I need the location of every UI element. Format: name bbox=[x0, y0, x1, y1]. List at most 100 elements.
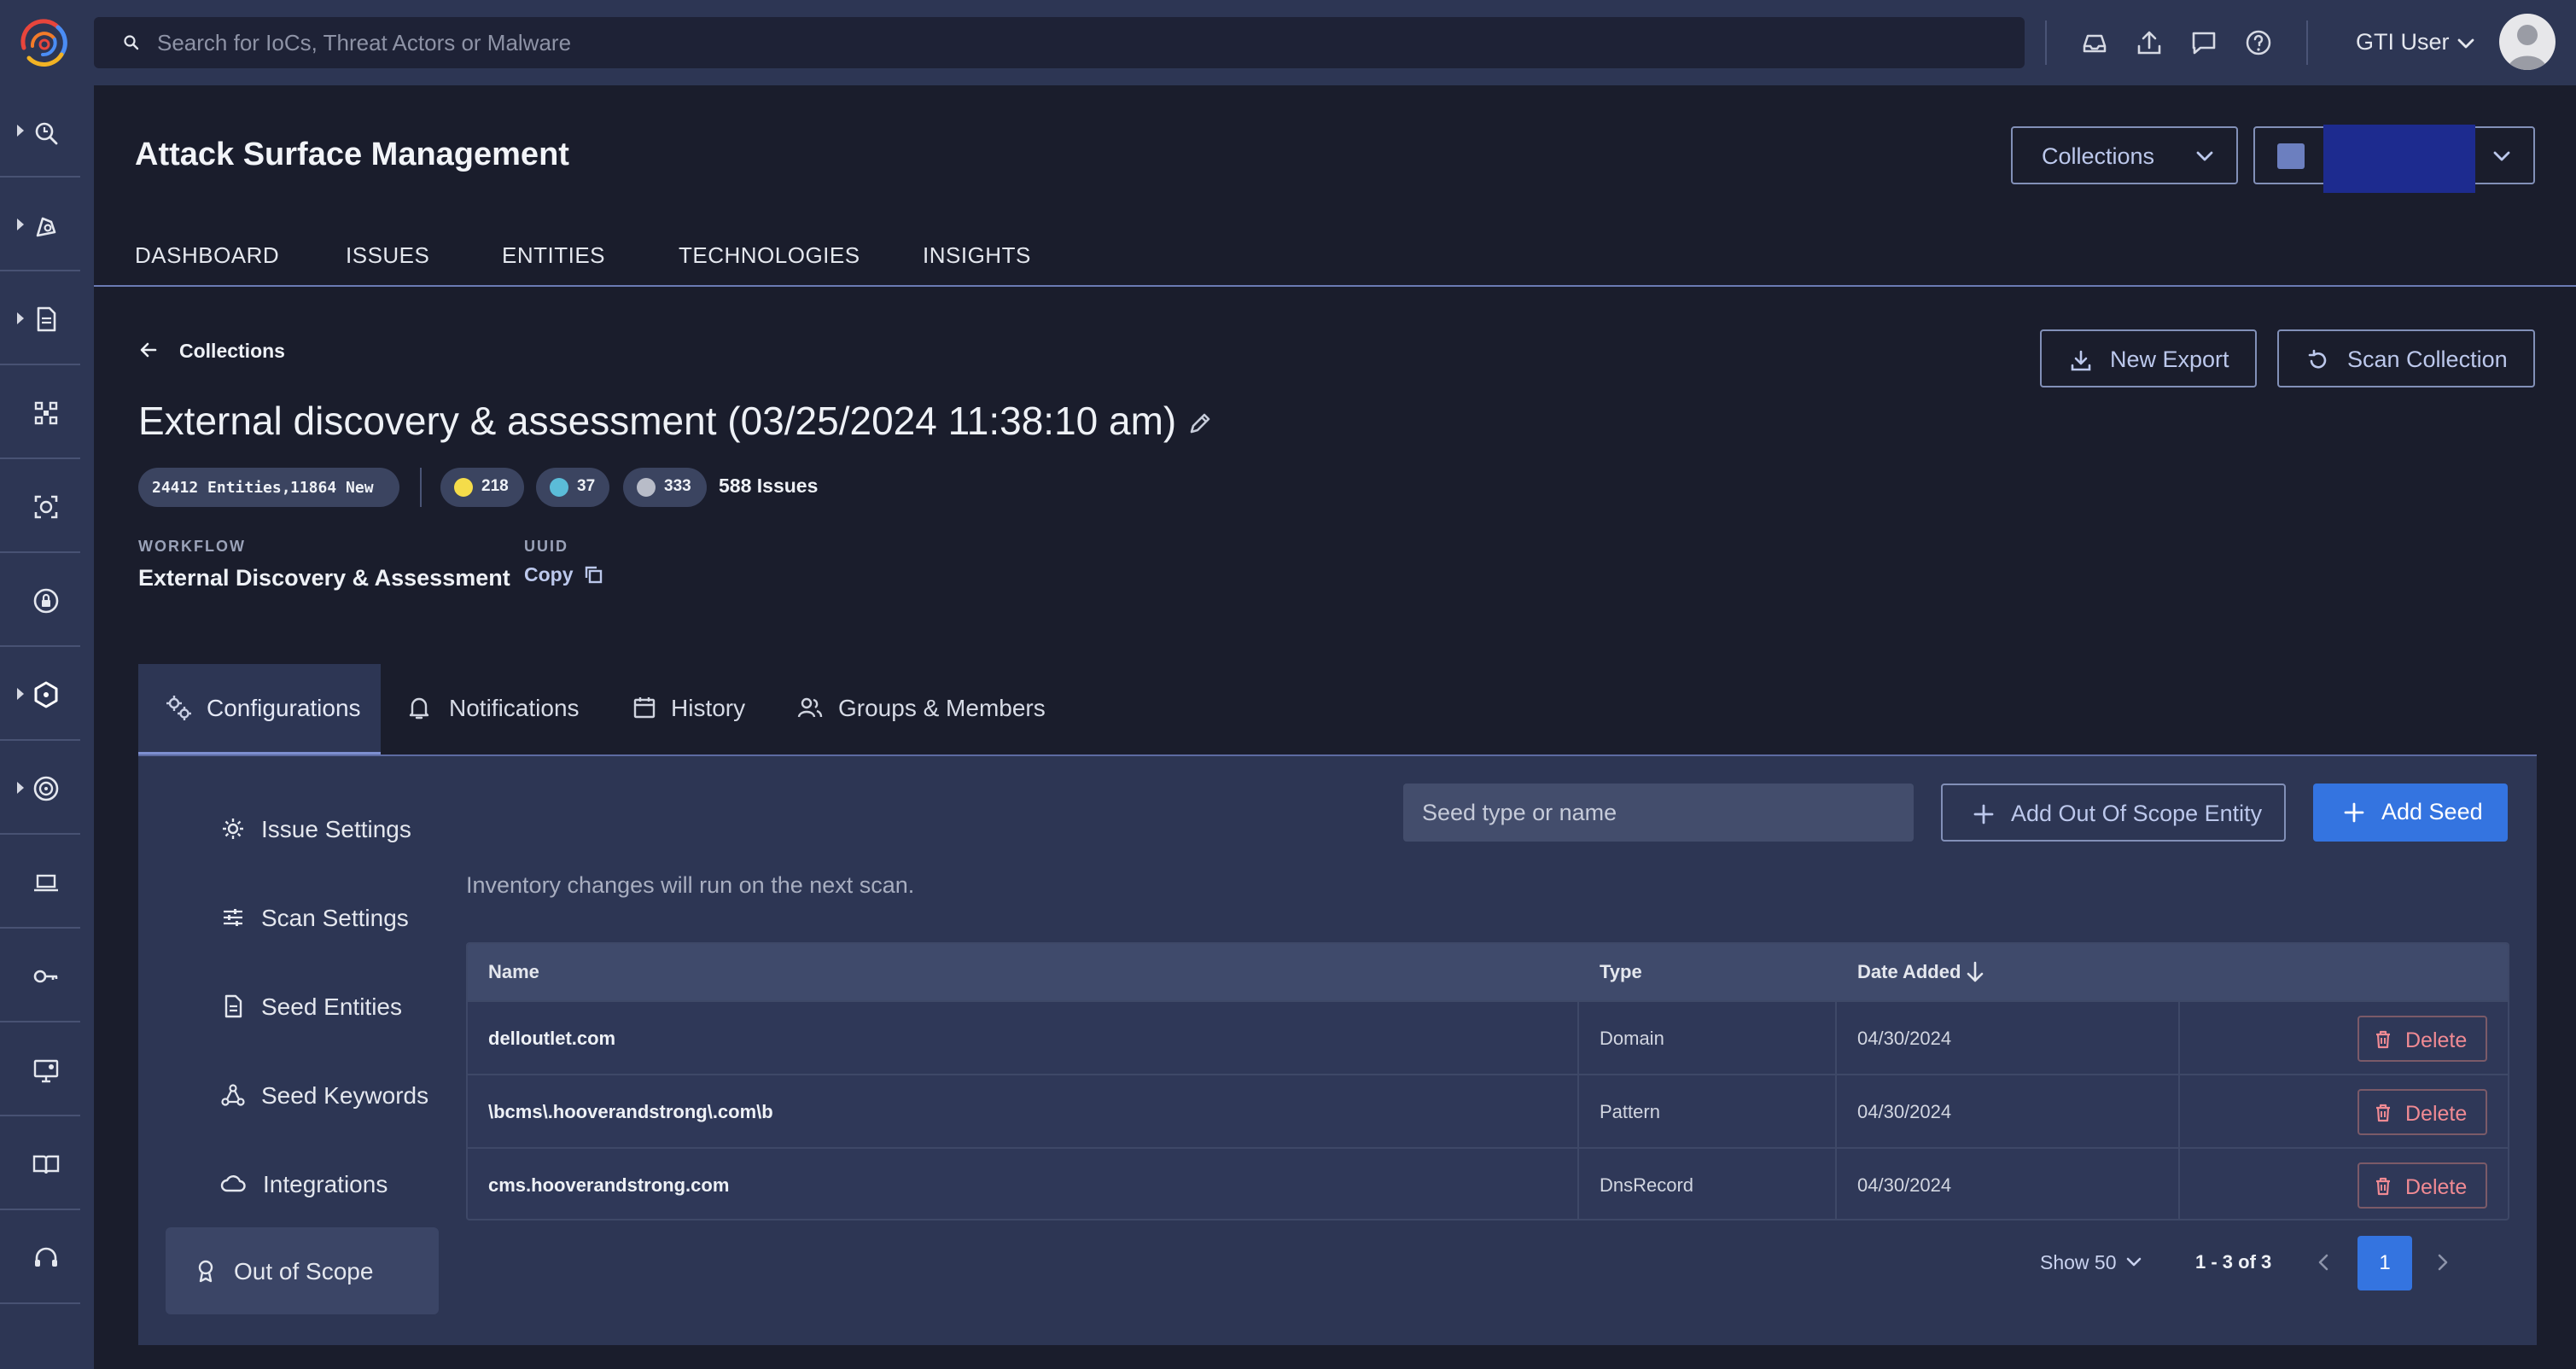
chevron-down-icon bbox=[2493, 151, 2510, 161]
chevron-down-icon[interactable] bbox=[2124, 1251, 2144, 1272]
collections-dropdown-label: Collections bbox=[2042, 143, 2155, 169]
breadcrumb-collections-link[interactable]: Collections bbox=[179, 340, 285, 363]
config-menu-seed-entities[interactable]: Seed Entities bbox=[166, 963, 439, 1050]
config-menu-scan-settings[interactable]: Scan Settings bbox=[166, 874, 439, 961]
config-menu-out-of-scope[interactable]: Out of Scope bbox=[166, 1227, 439, 1314]
sidebar-item-asm[interactable] bbox=[0, 649, 80, 741]
top-bar: GTI User bbox=[0, 0, 2576, 85]
sidebar-item-credentials[interactable] bbox=[0, 930, 80, 1022]
gear-icon bbox=[223, 818, 243, 839]
sidebar-item-monitor[interactable] bbox=[0, 1024, 80, 1116]
nav-tab-entities[interactable]: ENTITIES bbox=[502, 242, 605, 269]
sidebar-item-monitoring[interactable] bbox=[0, 743, 80, 835]
tab-groups-members-label: Groups & Members bbox=[838, 695, 1046, 721]
table-row: cms.hooverandstrong.com DnsRecord 04/30/… bbox=[468, 1147, 2508, 1219]
hexagon-icon bbox=[34, 681, 58, 708]
tab-groups-members[interactable]: Groups & Members bbox=[796, 664, 1046, 754]
row-type: Pattern bbox=[1600, 1101, 1660, 1122]
arrow-down-sort-icon[interactable] bbox=[1963, 959, 1987, 985]
add-out-of-scope-entity-button[interactable]: Add Out Of Scope Entity bbox=[1941, 784, 2286, 842]
severity-low-count: 333 bbox=[664, 477, 691, 495]
help-icon[interactable] bbox=[2243, 27, 2274, 58]
sidebar-item-security[interactable] bbox=[0, 555, 80, 647]
tab-configurations[interactable]: Configurations bbox=[138, 664, 381, 754]
nav-tab-dashboard[interactable]: DASHBOARD bbox=[135, 242, 279, 269]
table-row: \bcms\.hooverandstrong\.com\b Pattern 04… bbox=[468, 1074, 2508, 1147]
sidebar-item-devices[interactable] bbox=[0, 836, 80, 929]
page-title: Attack Surface Management bbox=[135, 137, 569, 172]
column-header-name[interactable]: Name bbox=[488, 961, 539, 983]
column-header-type[interactable]: Type bbox=[1600, 961, 1642, 983]
scan-frame-icon bbox=[34, 495, 58, 519]
sidebar-item-actors[interactable] bbox=[0, 179, 80, 271]
config-menu-seed-keywords[interactable]: Seed Keywords bbox=[166, 1052, 439, 1139]
tab-history[interactable]: History bbox=[627, 664, 763, 754]
row-type: DnsRecord bbox=[1600, 1174, 1694, 1196]
sidebar-item-scan[interactable] bbox=[0, 461, 80, 553]
sidebar-item-graph[interactable] bbox=[0, 367, 80, 459]
sidebar-item-threat-hunting[interactable] bbox=[0, 85, 80, 178]
config-menu-integrations[interactable]: Integrations bbox=[166, 1140, 439, 1227]
scan-collection-button[interactable]: Scan Collection bbox=[2277, 329, 2535, 387]
trash-icon bbox=[2376, 1030, 2390, 1049]
delete-button[interactable]: Delete bbox=[2357, 1162, 2487, 1209]
uuid-copy-button[interactable]: Copy bbox=[524, 563, 574, 586]
nav-tab-insights[interactable]: INSIGHTS bbox=[923, 242, 1031, 269]
document-icon bbox=[224, 994, 242, 1018]
organization-badge-icon bbox=[2277, 143, 2305, 169]
trash-icon bbox=[2376, 1177, 2390, 1196]
workflow-value: External Discovery & Assessment bbox=[138, 565, 510, 591]
copy-icon[interactable] bbox=[582, 563, 604, 585]
add-out-of-scope-entity-label: Add Out Of Scope Entity bbox=[2011, 801, 2263, 826]
new-export-button[interactable]: New Export bbox=[2040, 329, 2257, 387]
divider bbox=[2306, 20, 2308, 65]
download-icon bbox=[2071, 350, 2091, 371]
avatar[interactable] bbox=[2499, 14, 2556, 70]
nav-tab-issues[interactable]: ISSUES bbox=[346, 242, 429, 269]
scan-collection-label: Scan Collection bbox=[2347, 347, 2508, 372]
chip-divider bbox=[420, 468, 422, 507]
config-menu-out-of-scope-label: Out of Scope bbox=[234, 1258, 374, 1285]
issues-total: 588 Issues bbox=[719, 475, 819, 497]
config-menu-seed-entities-label: Seed Entities bbox=[261, 993, 402, 1020]
book-icon bbox=[32, 1155, 60, 1174]
row-name: cms.hooverandstrong.com bbox=[488, 1174, 730, 1196]
config-menu-seed-keywords-label: Seed Keywords bbox=[261, 1082, 429, 1109]
page-button-current[interactable]: 1 bbox=[2357, 1236, 2412, 1290]
severity-medium-dot bbox=[550, 478, 568, 497]
entities-new: 11864 New bbox=[290, 479, 374, 497]
sidebar-item-reports[interactable] bbox=[0, 273, 80, 365]
delete-button[interactable]: Delete bbox=[2357, 1089, 2487, 1135]
row-name: \bcms\.hooverandstrong\.com\b bbox=[488, 1101, 773, 1122]
back-arrow-icon[interactable] bbox=[137, 338, 160, 362]
sidebar-item-docs[interactable] bbox=[0, 1118, 80, 1210]
caret-right-icon bbox=[17, 125, 24, 137]
user-name[interactable]: GTI User bbox=[2356, 29, 2450, 55]
collections-dropdown[interactable]: Collections bbox=[2011, 126, 2238, 184]
upload-icon[interactable] bbox=[2134, 27, 2165, 58]
chevron-down-icon bbox=[2196, 151, 2213, 161]
app-logo-icon[interactable] bbox=[17, 15, 72, 70]
nav-tab-technologies[interactable]: TECHNOLOGIES bbox=[679, 242, 860, 269]
seed-search-input[interactable] bbox=[1403, 784, 1914, 842]
chevron-left-icon[interactable] bbox=[2313, 1251, 2335, 1273]
tab-notifications[interactable]: Notifications bbox=[401, 664, 589, 754]
pencil-edit-icon[interactable] bbox=[1186, 410, 1214, 437]
sidebar-item-support[interactable] bbox=[0, 1212, 80, 1304]
column-header-date-added[interactable]: Date Added bbox=[1857, 961, 1961, 983]
chevron-right-icon[interactable] bbox=[2431, 1251, 2453, 1273]
page-size-select[interactable]: Show 50 bbox=[2040, 1251, 2117, 1274]
caret-right-icon bbox=[17, 782, 24, 794]
entities-count: 24412 Entities, bbox=[152, 479, 291, 497]
inbox-icon[interactable] bbox=[2079, 27, 2110, 58]
headset-icon bbox=[35, 1247, 57, 1267]
config-menu-issue-settings[interactable]: Issue Settings bbox=[166, 785, 439, 872]
search-input[interactable] bbox=[157, 17, 1992, 68]
out-of-scope-table: Name Type Date Added delloutlet.com Doma… bbox=[466, 942, 2509, 1220]
chevron-down-icon[interactable] bbox=[2455, 32, 2477, 55]
add-seed-button[interactable]: Add Seed bbox=[2313, 784, 2508, 842]
global-search[interactable] bbox=[94, 17, 2025, 68]
chat-icon[interactable] bbox=[2188, 27, 2219, 58]
severity-high-badge: 218 bbox=[440, 468, 524, 507]
delete-button[interactable]: Delete bbox=[2357, 1016, 2487, 1062]
